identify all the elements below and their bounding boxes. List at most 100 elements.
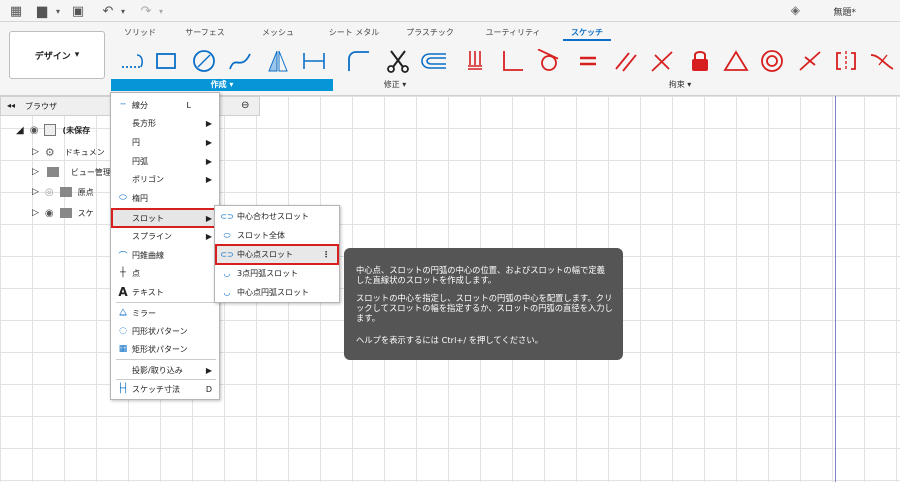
rectangle-icon — [156, 53, 176, 69]
menu-item-polygon[interactable]: ポリゴン ▶ — [111, 170, 219, 188]
submenu-item-center-to-center-slot[interactable]: ⊂⊃ 中心合わせスロット — [215, 207, 339, 226]
rectangle-tool-button[interactable] — [152, 48, 180, 74]
coincident-tool-button[interactable] — [464, 48, 492, 74]
browser-row-label: ビュー管理 — [70, 167, 111, 177]
menu-item-rectangle[interactable]: 長方形 ▶ — [111, 114, 219, 132]
tab-solid[interactable]: ソリッド — [112, 25, 168, 41]
parallel-icon — [615, 52, 637, 72]
menu-item-line[interactable]: ╌ 線分 L — [111, 96, 219, 114]
concentric-tool-button[interactable] — [758, 48, 786, 74]
create-group-label: 作成 — [210, 80, 227, 89]
submenu-arrow-icon: ▶ — [205, 174, 212, 184]
more-options-icon[interactable]: ⋮ — [322, 250, 330, 259]
circle-tool-button[interactable] — [190, 48, 218, 74]
menu-item-circle[interactable]: 円 ▶ — [111, 133, 219, 151]
scissors-icon — [387, 50, 409, 73]
tab-sketch[interactable]: スケッチ — [563, 25, 611, 41]
slot-icon: ⊂⊃ — [220, 212, 234, 221]
line-tool-button[interactable] — [118, 48, 146, 74]
chevron-down-icon[interactable]: ▾ — [115, 3, 131, 19]
chevron-down-icon[interactable]: ▾ — [153, 3, 169, 19]
menu-item-ellipse[interactable]: ⬭ 楕円 — [111, 189, 219, 207]
submenu-item-three-point-arc-slot[interactable]: ◡ 3点円弧スロット — [215, 264, 339, 283]
offset-tool-button[interactable] — [418, 48, 446, 74]
constrain-group-dropdown[interactable]: 拘束 ▾ — [640, 79, 720, 91]
tab-utility[interactable]: ユーティリティ — [475, 25, 551, 41]
menu-item-mirror[interactable]: ⧋ ミラー — [111, 304, 219, 322]
submenu-arrow-icon: ▶ — [205, 365, 212, 375]
save-icon[interactable]: ▣ — [70, 3, 86, 19]
fillet-tool-button[interactable] — [344, 48, 372, 74]
browser-root-row[interactable]: ◢ ◉ (未保存 — [16, 120, 90, 140]
menu-item-spline[interactable]: スプライン ▶ — [111, 227, 219, 245]
workspace-switcher-button[interactable]: デザイン ▾ — [9, 31, 105, 79]
submenu-item-center-point-slot[interactable]: ⊂⊃ 中心点スロット ⋮ — [215, 244, 339, 265]
dimension-tool-button[interactable] — [300, 48, 328, 74]
triangle-tool-button[interactable] — [722, 48, 750, 74]
create-group-dropdown[interactable]: 作成 ▾ — [111, 79, 333, 91]
menu-item-sketch-dimension[interactable]: ├┤ スケッチ寸法 D — [111, 380, 219, 398]
submenu-item-center-point-arc-slot[interactable]: ◡ 中心点円弧スロット — [215, 283, 339, 302]
tangent-tool-button[interactable] — [534, 48, 562, 74]
tab-mesh[interactable]: メッシュ — [252, 25, 304, 41]
expand-triangle-icon[interactable]: ▷ — [32, 167, 39, 177]
chevron-down-icon: ▾ — [74, 50, 80, 60]
tooltip-description: 中心点、スロットの円弧の中心の位置、およびスロットの幅で定義した直線状のスロット… — [356, 265, 605, 285]
collinear-tool-button[interactable] — [648, 48, 676, 74]
submenu-arrow-icon: ▶ — [205, 118, 212, 128]
chevron-down-icon: ▾ — [229, 80, 234, 89]
collapse-triangle-icon[interactable]: ◢ — [16, 125, 24, 136]
tab-plastic[interactable]: プラスチック — [398, 25, 462, 41]
trim-tool-button[interactable] — [384, 48, 412, 74]
submenu-item-overall-slot[interactable]: ⬭ スロット全体 — [215, 226, 339, 245]
mirror-tool-button[interactable] — [264, 48, 292, 74]
chevron-down-icon[interactable]: ▾ — [50, 3, 66, 19]
menu-item-arc[interactable]: 円弧 ▶ — [111, 152, 219, 170]
browser-row-origin[interactable]: ▷ ◎ 原点 — [32, 182, 94, 202]
shortcut-label: L — [186, 100, 191, 110]
arc-slot-icon: ◡ — [223, 288, 231, 297]
menu-item-rectangular-pattern[interactable]: ▦ 矩形状パターン — [111, 340, 219, 358]
expand-triangle-icon[interactable]: ▷ — [32, 147, 39, 157]
component-icon — [44, 124, 57, 136]
minus-circle-icon[interactable]: ⊖ — [241, 100, 249, 111]
browser-row-sketches[interactable]: ▷ ◉ スケ — [32, 203, 94, 223]
expand-triangle-icon[interactable]: ▷ — [32, 187, 39, 197]
modify-group-dropdown[interactable]: 修正 ▾ — [370, 79, 420, 91]
file-icon[interactable]: ▆ — [34, 3, 50, 19]
browser-row-document-settings[interactable]: ▷ ⚙ ドキュメン — [32, 142, 105, 162]
spline-tool-button[interactable] — [226, 48, 254, 74]
fix-hatch-icon — [468, 51, 482, 70]
perpendicular-tool-button[interactable] — [498, 48, 526, 74]
tooltip-help-hint: ヘルプを表示するには Ctrl+/ を押してください。 — [356, 335, 543, 345]
menu-divider — [116, 302, 216, 303]
tab-sheet-metal[interactable]: シート メタル — [318, 25, 390, 41]
folder-icon — [59, 208, 72, 218]
collapse-panel-icon[interactable]: ◂◂ — [7, 101, 15, 110]
grid-menu-icon[interactable]: ▦ — [8, 3, 24, 19]
expand-triangle-icon[interactable]: ▷ — [32, 208, 39, 218]
browser-row-label: (未保存 — [62, 125, 91, 135]
eye-icon[interactable]: ◉ — [30, 125, 39, 136]
folder-icon — [59, 187, 72, 197]
menu-item-project-include[interactable]: 投影/取り込み ▶ — [111, 361, 219, 379]
menu-item-slot[interactable]: スロット ▶ — [111, 208, 219, 228]
fix-tool-button[interactable] — [686, 48, 714, 74]
menu-item-conic-curve[interactable]: ⌒ 円錐曲線 — [111, 246, 219, 264]
shortcut-label: D — [205, 384, 212, 394]
browser-row-named-views[interactable]: ▷ ビュー管理 — [32, 162, 111, 182]
eye-icon[interactable]: ◉ — [45, 208, 54, 219]
parallel-tool-button[interactable] — [612, 48, 640, 74]
symmetry-tool-button[interactable] — [832, 48, 860, 74]
undo-icon[interactable]: ↶ — [100, 3, 116, 19]
menu-item-point[interactable]: ┼ 点 — [111, 264, 219, 282]
browser-title: ブラウザ — [25, 102, 57, 111]
equal-tool-button[interactable] — [574, 48, 602, 74]
tab-surface[interactable]: サーフェス — [175, 25, 235, 41]
redo-icon[interactable]: ↷ — [138, 3, 154, 19]
eye-hidden-icon[interactable]: ◎ — [45, 187, 54, 198]
menu-item-text[interactable]: A テキスト — [111, 283, 219, 301]
curvature-tool-button[interactable] — [868, 48, 896, 74]
menu-item-circular-pattern[interactable]: ◌ 円形状パターン — [111, 322, 219, 340]
midpoint-tool-button[interactable] — [796, 48, 824, 74]
